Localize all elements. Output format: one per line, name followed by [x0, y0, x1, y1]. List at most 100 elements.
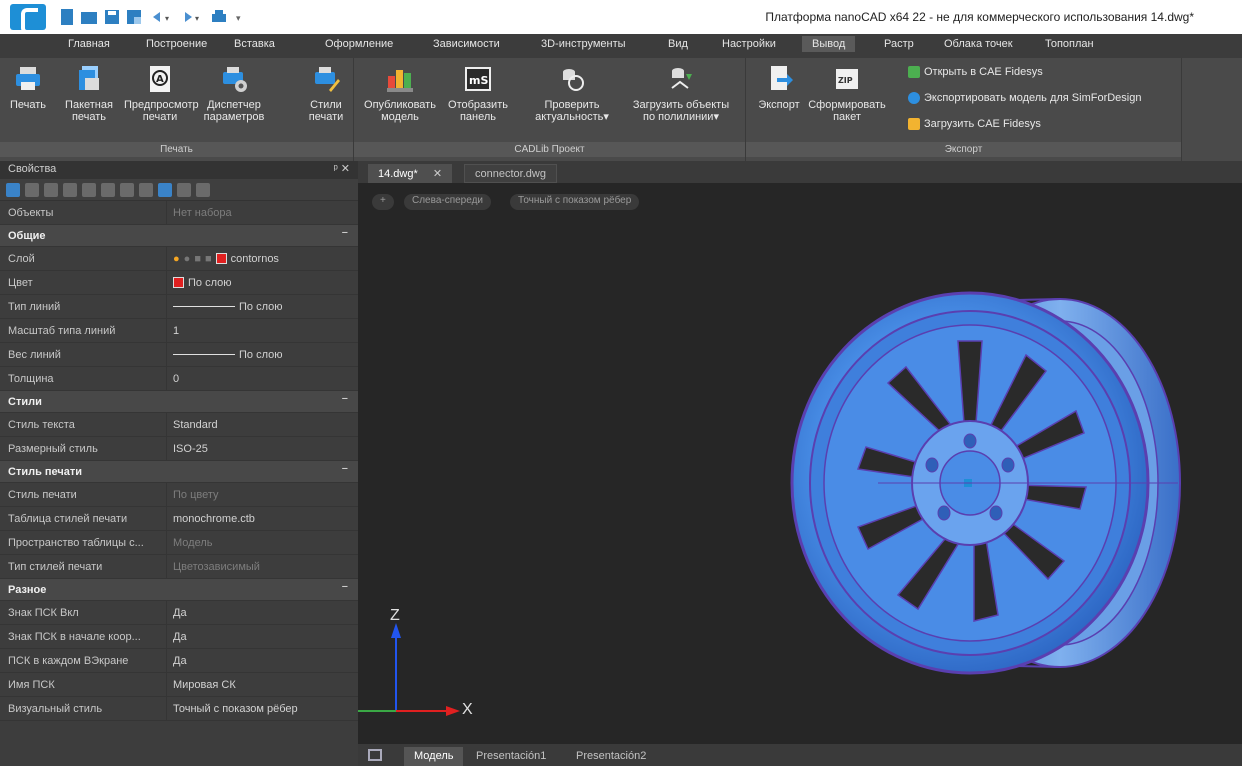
ucs-origin-row[interactable]: Знак ПСК в начале коор... Да	[0, 625, 358, 649]
linetype-scale-row[interactable]: Масштаб типа линий 1	[0, 319, 358, 343]
collapse-icon[interactable]: −	[342, 227, 348, 239]
undo-icon[interactable]: ▾	[150, 8, 176, 26]
objects-row[interactable]: Объекты Нет набора	[0, 201, 358, 225]
dim-style-value[interactable]: ISO-25	[166, 437, 358, 460]
layout-menu-icon[interactable]	[368, 749, 382, 761]
layer-row[interactable]: Слой ● ● ■ ■ contornos	[0, 247, 358, 271]
section-print-style[interactable]: Стиль печати −	[0, 461, 358, 483]
tab-layout-2[interactable]: Presentación2	[566, 747, 656, 766]
customize-toolbar-icon[interactable]: ▾	[235, 8, 245, 26]
ucs-on-row[interactable]: Знак ПСК Вкл Да	[0, 601, 358, 625]
color-row[interactable]: Цвет По слою	[0, 271, 358, 295]
linetype-value[interactable]: По слою	[166, 295, 358, 318]
ucs-each-viewport-row[interactable]: ПСК в каждом ВЭкране Да	[0, 649, 358, 673]
collapse-icon[interactable]: −	[342, 463, 348, 475]
wheel-model[interactable]	[358, 183, 1242, 744]
ucs-on-value[interactable]: Да	[166, 601, 358, 624]
thickness-row[interactable]: Толщина 0	[0, 367, 358, 391]
tab-3d-tools[interactable]: 3D-инструменты	[541, 38, 626, 50]
plot-table-value[interactable]: monochrome.ctb	[166, 507, 358, 530]
visual-style-value[interactable]: Точный с показом рёбер	[166, 697, 358, 720]
print-quick-icon[interactable]	[210, 8, 228, 26]
open-in-cae-fidesys-item[interactable]: Открыть в CAE Fidesys	[908, 66, 1043, 78]
plot-table-row[interactable]: Таблица стилей печати monochrome.ctb	[0, 507, 358, 531]
print-button[interactable]: Печать	[6, 64, 50, 111]
section-general[interactable]: Общие −	[0, 225, 358, 247]
plot-styles-button[interactable]: Стили печати	[302, 64, 350, 123]
plot-table-space-row[interactable]: Пространство таблицы с... Модель	[0, 531, 358, 555]
layer-value[interactable]: ● ● ■ ■ contornos	[166, 247, 358, 270]
tab-insert[interactable]: Вставка	[234, 38, 275, 50]
tab-topoplan[interactable]: Топоплан	[1045, 38, 1094, 50]
tab-home[interactable]: Главная	[68, 38, 110, 50]
export-button[interactable]: Экспорт	[752, 64, 806, 111]
new-file-icon[interactable]	[60, 8, 74, 26]
page-setup-manager-button[interactable]: Диспетчер параметров	[200, 64, 268, 123]
check-relevance-button[interactable]: Проверить актуальность▾	[524, 64, 620, 123]
publish-model-button[interactable]: Опубликовать модель	[360, 64, 440, 123]
text-style-row[interactable]: Стиль текста Standard	[0, 413, 358, 437]
linetype-scale-value[interactable]: 1	[166, 319, 358, 342]
redo-icon[interactable]: ▾	[180, 8, 206, 26]
tab-view[interactable]: Вид	[668, 38, 688, 50]
ucs-name-value[interactable]: Мировая СК	[166, 673, 358, 696]
export-simfordesign-item[interactable]: Экспортировать модель для SimForDesign	[908, 92, 1141, 104]
select-similar-icon[interactable]	[63, 182, 77, 197]
collapse-icon[interactable]: −	[342, 581, 348, 593]
toggle-pickadd-icon[interactable]	[82, 182, 96, 197]
plot-style-type-row[interactable]: Тип стилей печати Цветозависимый	[0, 555, 358, 579]
show-panel-button[interactable]: mS Отобразить панель	[446, 64, 510, 123]
cloud-icon	[908, 92, 920, 104]
tab-point-clouds[interactable]: Облака точек	[944, 38, 1013, 50]
open-file-icon[interactable]	[80, 8, 98, 26]
filter-off-icon[interactable]	[139, 182, 153, 197]
ucs-name-row[interactable]: Имя ПСК Мировая СК	[0, 673, 358, 697]
lineweight-row[interactable]: Вес линий По слою	[0, 343, 358, 367]
close-tab-icon[interactable]: ✕	[433, 168, 442, 180]
tab-annotate[interactable]: Оформление	[325, 38, 393, 50]
plot-style-row[interactable]: Стиль печати По цвету	[0, 483, 358, 507]
tab-constraints[interactable]: Зависимости	[433, 38, 500, 50]
ucs-origin-value[interactable]: Да	[166, 625, 358, 648]
section-misc[interactable]: Разное −	[0, 579, 358, 601]
save-icon[interactable]	[104, 8, 120, 26]
lineweight-sample	[173, 354, 235, 355]
dim-style-row[interactable]: Размерный стиль ISO-25	[0, 437, 358, 461]
load-by-polyline-button[interactable]: Загрузить объекты по полилинии▾	[626, 64, 736, 123]
make-package-button[interactable]: ZIP Сформировать пакет	[808, 64, 886, 123]
tab-build[interactable]: Построение	[146, 38, 207, 50]
thickness-value[interactable]: 0	[166, 367, 358, 390]
pick-add-icon[interactable]	[25, 182, 39, 197]
ucs-each-value[interactable]: Да	[166, 649, 358, 672]
section-styles[interactable]: Стили −	[0, 391, 358, 413]
save-as-icon[interactable]	[126, 8, 142, 26]
visual-style-row[interactable]: Визуальный стиль Точный с показом рёбер	[0, 697, 358, 721]
doc-tab-connector[interactable]: connector.dwg	[464, 164, 557, 183]
filter-icon[interactable]	[101, 182, 115, 197]
load-cae-fidesys-item[interactable]: Загрузить CAE Fidesys	[908, 118, 1041, 130]
drawing-viewport[interactable]: + Слева-спереди Точный с показом рёбер Z…	[358, 183, 1242, 744]
cursor-icon[interactable]	[177, 182, 191, 197]
text-style-value[interactable]: Standard	[166, 413, 358, 436]
quick-select-icon[interactable]	[44, 182, 58, 197]
collapse-icon[interactable]: −	[342, 393, 348, 405]
color-value[interactable]: По слою	[166, 271, 358, 294]
select-objects-icon[interactable]	[6, 182, 20, 197]
tab-settings[interactable]: Настройки	[722, 38, 776, 50]
selection-mode-icon[interactable]	[158, 182, 172, 197]
linetype-row[interactable]: Тип линий По слою	[0, 295, 358, 319]
help-icon[interactable]	[196, 182, 210, 197]
publish-model-icon	[387, 70, 413, 92]
tab-model[interactable]: Модель	[404, 747, 464, 766]
tab-layout-1[interactable]: Presentación1	[466, 747, 556, 766]
batch-print-button[interactable]: Пакетная печать	[64, 64, 114, 123]
app-menu-button[interactable]	[10, 4, 46, 34]
doc-tab-14dwg[interactable]: 14.dwg* ✕	[368, 164, 453, 183]
section-print-style-label: Стиль печати	[8, 466, 83, 478]
tab-raster[interactable]: Растр	[884, 38, 914, 50]
hierarchy-icon[interactable]	[120, 182, 134, 197]
print-preview-button[interactable]: A Предпросмотр печати	[124, 64, 199, 123]
panel-controls[interactable]: ᵖ ✕	[334, 162, 350, 175]
tab-output[interactable]: Вывод	[802, 36, 856, 52]
lineweight-value[interactable]: По слою	[166, 343, 358, 366]
